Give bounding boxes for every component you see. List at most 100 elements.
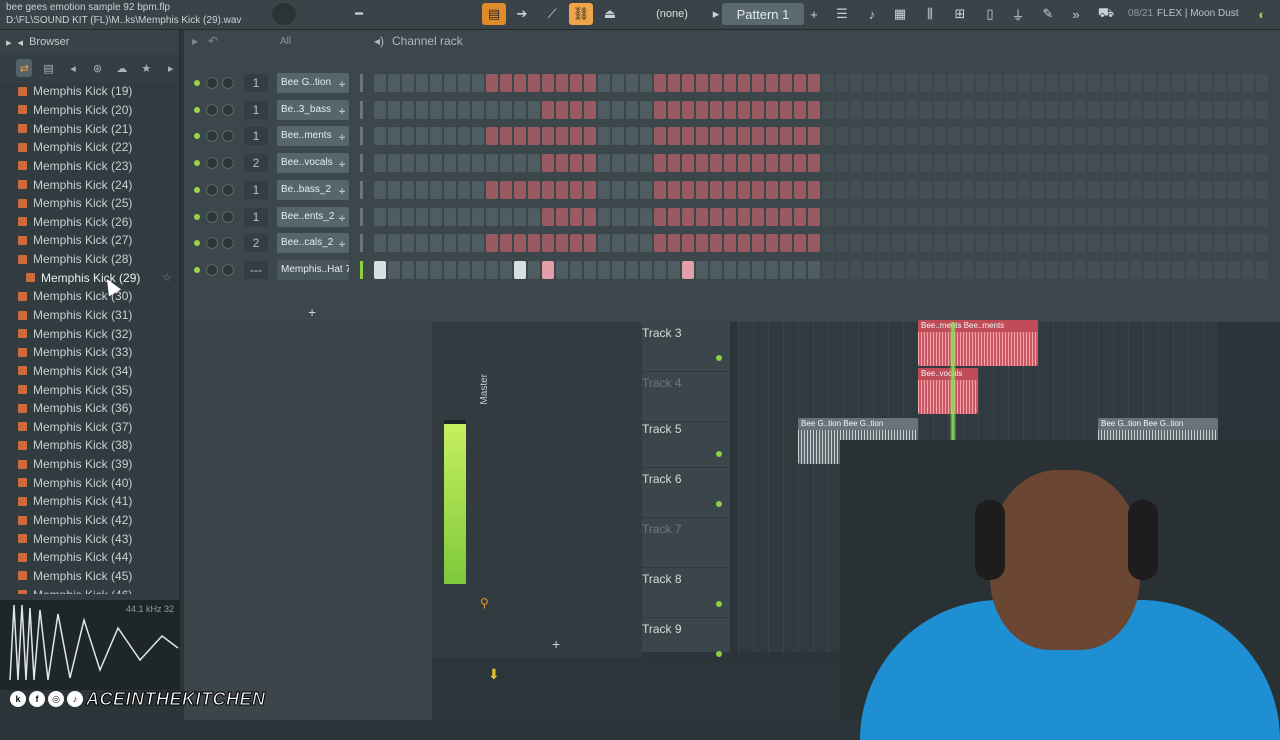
step-button[interactable] (416, 127, 428, 146)
all-files-icon[interactable]: ⇄ (16, 59, 33, 77)
step-button[interactable] (556, 74, 568, 92)
step-button[interactable] (1214, 207, 1226, 226)
graph-editor-icon[interactable]: ⧾ (339, 153, 345, 173)
graph-editor-icon[interactable]: ⧾ (339, 126, 345, 146)
step-button[interactable] (570, 180, 582, 199)
step-button[interactable] (1242, 180, 1254, 199)
step-button[interactable] (402, 127, 414, 146)
step-button[interactable] (654, 260, 666, 279)
file-item[interactable]: Memphis Kick (30) (0, 287, 180, 306)
step-button[interactable] (598, 207, 610, 226)
step-button[interactable] (626, 260, 638, 279)
step-button[interactable] (640, 100, 652, 119)
step-button[interactable] (1018, 207, 1030, 226)
track-label[interactable]: Track 3 (642, 322, 728, 372)
step-button[interactable] (1074, 154, 1086, 173)
step-button[interactable] (472, 127, 484, 146)
step-button[interactable] (794, 100, 806, 119)
step-button[interactable] (472, 180, 484, 199)
step-button[interactable] (542, 207, 554, 226)
channel-rack-icon[interactable]: ▦ (888, 3, 912, 25)
step-button[interactable] (990, 154, 1002, 173)
step-button[interactable] (598, 260, 610, 279)
step-button[interactable] (682, 100, 694, 119)
step-button[interactable] (486, 100, 498, 119)
step-button[interactable] (612, 154, 624, 173)
step-button[interactable] (794, 207, 806, 226)
step-button[interactable] (1074, 260, 1086, 279)
step-button[interactable] (892, 74, 904, 92)
step-button[interactable] (1004, 100, 1016, 119)
step-button[interactable] (402, 100, 414, 119)
file-item[interactable]: Memphis Kick (43) (0, 529, 180, 548)
step-button[interactable] (640, 260, 652, 279)
pan-knob[interactable] (206, 183, 218, 196)
step-button[interactable] (598, 180, 610, 199)
pan-knob[interactable] (206, 157, 218, 170)
mixer-track-number[interactable]: 1 (244, 127, 268, 146)
step-button[interactable] (696, 207, 708, 226)
speaker-icon[interactable]: ◂ (65, 59, 81, 77)
step-button[interactable] (976, 234, 988, 253)
step-button[interactable] (906, 260, 918, 279)
arrow-down-icon[interactable]: ⬇ (488, 666, 500, 683)
step-button[interactable] (822, 127, 834, 146)
step-button[interactable] (1228, 234, 1240, 253)
step-button[interactable] (598, 127, 610, 146)
step-button[interactable] (514, 234, 526, 253)
step-button[interactable] (794, 180, 806, 199)
step-button[interactable] (1172, 180, 1184, 199)
channel-name-button[interactable]: Bee G..tion ⧾ (277, 73, 349, 93)
step-button[interactable] (1200, 127, 1212, 146)
step-button[interactable] (570, 154, 582, 173)
step-button[interactable] (1074, 234, 1086, 253)
expand-icon[interactable]: ▸ (192, 34, 198, 48)
step-button[interactable] (402, 74, 414, 92)
step-button[interactable] (1046, 100, 1058, 119)
step-button[interactable] (416, 180, 428, 199)
step-button[interactable] (1102, 154, 1114, 173)
step-button[interactable] (920, 180, 932, 199)
file-item[interactable]: Memphis Kick (33) (0, 343, 180, 362)
step-button[interactable] (1046, 180, 1058, 199)
step-button[interactable] (402, 154, 414, 173)
step-button[interactable] (668, 234, 680, 253)
step-button[interactable] (598, 74, 610, 92)
step-button[interactable] (1102, 74, 1114, 92)
step-button[interactable] (374, 100, 386, 119)
step-button[interactable] (1060, 260, 1072, 279)
step-button[interactable] (430, 180, 442, 199)
step-button[interactable] (1060, 207, 1072, 226)
step-button[interactable] (472, 207, 484, 226)
step-button[interactable] (1228, 127, 1240, 146)
step-button[interactable] (1214, 234, 1226, 253)
file-item[interactable]: Memphis Kick (45) (0, 567, 180, 586)
graph-editor-icon[interactable]: ⧾ (339, 100, 345, 120)
step-button[interactable] (724, 207, 736, 226)
channel-select-bar[interactable] (360, 234, 363, 253)
channel-select-bar[interactable] (360, 207, 363, 226)
step-button[interactable] (710, 260, 722, 279)
track-mute-led[interactable] (716, 651, 722, 657)
step-button[interactable] (500, 127, 512, 146)
step-button[interactable] (710, 207, 722, 226)
file-item[interactable]: Memphis Kick (40) (0, 473, 180, 492)
step-button[interactable] (444, 234, 456, 253)
step-button[interactable] (458, 180, 470, 199)
step-button[interactable] (1116, 207, 1128, 226)
file-item[interactable]: Memphis Kick (44) (0, 548, 180, 567)
cloud-icon[interactable]: ☁ (114, 59, 130, 77)
step-button[interactable] (500, 260, 512, 279)
step-button[interactable] (1214, 154, 1226, 173)
mixer-track-number[interactable]: 1 (244, 100, 268, 119)
stamp-icon[interactable]: ⏏ (598, 3, 622, 25)
step-button[interactable] (1116, 260, 1128, 279)
step-button[interactable] (1186, 207, 1198, 226)
step-button[interactable] (556, 234, 568, 253)
step-button[interactable] (1130, 234, 1142, 253)
step-button[interactable] (1088, 127, 1100, 146)
step-button[interactable] (486, 234, 498, 253)
step-button[interactable] (430, 234, 442, 253)
channel-name-button[interactable]: Bee..ments ⧾ (277, 126, 349, 147)
step-button[interactable] (584, 74, 596, 92)
